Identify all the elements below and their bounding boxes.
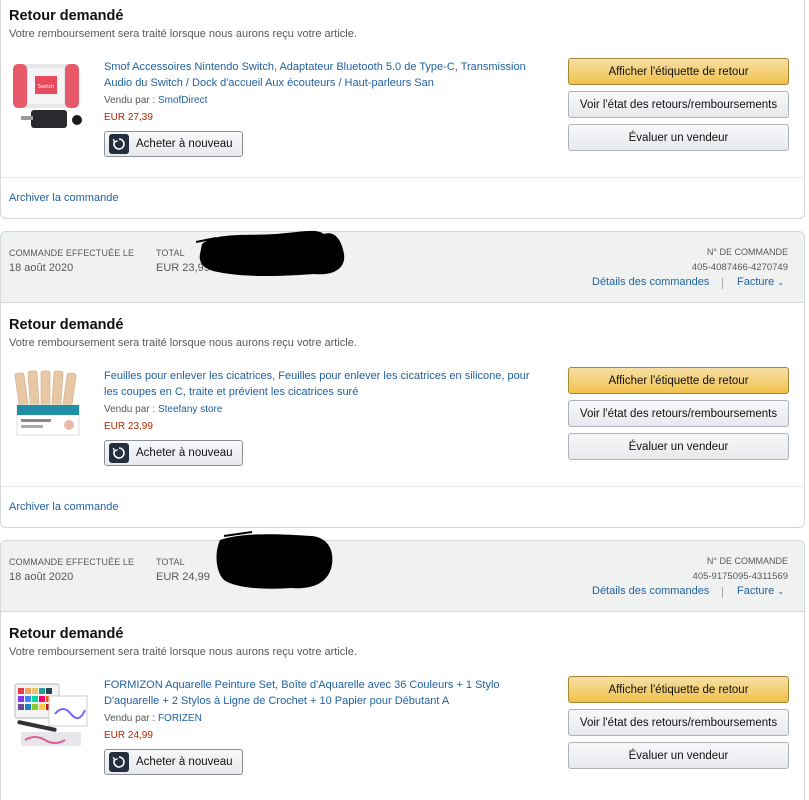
redaction-scribble (216, 531, 333, 589)
return-status-button[interactable]: Voir l'état des retours/remboursements (568, 91, 789, 118)
order-number: 405-9175095-4311569 (692, 571, 788, 582)
order-details-link[interactable]: Détails des commandes (592, 276, 709, 288)
return-status: Retour demandé (9, 626, 124, 642)
product-image-scar-sheets[interactable] (11, 365, 91, 445)
chevron-down-icon: ⌄ (777, 587, 785, 596)
order-date-label: COMMANDE EFFECTUÉE LE (9, 248, 135, 258)
product-title-link[interactable]: Smof Accessoires Nintendo Switch, Adapta… (104, 59, 534, 91)
header-separator (722, 587, 723, 598)
order-2-footer: Archiver la commande (0, 486, 805, 528)
buy-again-button[interactable]: Acheter à nouveau (104, 131, 243, 157)
return-status-button[interactable]: Voir l'état des retours/remboursements (568, 400, 789, 427)
order-total-label: TOTAL (156, 557, 185, 567)
refund-note: Votre remboursement sera traité lorsque … (9, 28, 357, 40)
buy-again-button[interactable]: Acheter à nouveau (104, 440, 243, 466)
sold-by-label: Vendu par : (104, 95, 156, 106)
invoice-dropdown[interactable]: Facture ⌄ (737, 585, 784, 597)
redaction-scribble (196, 230, 345, 276)
item-price: EUR 23,99 (104, 421, 153, 432)
rate-seller-button[interactable]: Évaluer un vendeur (568, 433, 789, 460)
buy-again-icon (109, 752, 129, 772)
order-total: EUR 24,99 (156, 571, 210, 583)
return-status: Retour demandé (9, 317, 124, 333)
order-number-label: N° DE COMMANDE (706, 556, 788, 566)
return-label-button[interactable]: Afficher l'étiquette de retour (568, 58, 789, 85)
invoice-label: Facture (737, 276, 775, 288)
seller-link[interactable]: Steefany store (158, 404, 222, 415)
order-details-link[interactable]: Détails des commandes (592, 585, 709, 597)
refund-note: Votre remboursement sera traité lorsque … (9, 646, 357, 658)
buy-again-label: Acheter à nouveau (136, 447, 233, 459)
order-total-label: TOTAL (156, 248, 185, 258)
seller-link[interactable]: SmofDirect (158, 95, 207, 106)
product-title-link[interactable]: Feuilles pour enlever les cicatrices, Fe… (104, 368, 534, 400)
item-price: EUR 24,99 (104, 730, 153, 741)
invoice-dropdown[interactable]: Facture ⌄ (737, 276, 784, 288)
buy-again-icon (109, 443, 129, 463)
order-1-shipment: Retour demandé Votre remboursement sera … (0, 0, 805, 177)
product-image-switch-adapter[interactable]: Switch (11, 56, 91, 136)
rate-seller-button[interactable]: Évaluer un vendeur (568, 124, 789, 151)
order-number: 405-4087466-4270749 (691, 262, 788, 273)
order-2-header: COMMANDE EFFECTUÉE LE 18 août 2020 TOTAL… (0, 231, 805, 303)
return-status-button[interactable]: Voir l'état des retours/remboursements (568, 709, 789, 736)
item-price: EUR 27,39 (104, 112, 153, 123)
order-1-footer: Archiver la commande (0, 177, 805, 219)
buy-again-label: Acheter à nouveau (136, 756, 233, 768)
archive-order-link[interactable]: Archiver la commande (9, 501, 118, 513)
return-label-button[interactable]: Afficher l'étiquette de retour (568, 367, 789, 394)
refund-note: Votre remboursement sera traité lorsque … (9, 337, 357, 349)
return-label-button[interactable]: Afficher l'étiquette de retour (568, 676, 789, 703)
invoice-label: Facture (737, 585, 775, 597)
rate-seller-button[interactable]: Évaluer un vendeur (568, 742, 789, 769)
order-number-label: N° DE COMMANDE (706, 247, 788, 257)
header-separator (722, 278, 723, 289)
sold-by-label: Vendu par : (104, 404, 156, 415)
order-date: 18 août 2020 (9, 262, 74, 274)
order-2-shipment: Retour demandé Votre remboursement sera … (0, 303, 805, 486)
product-image-watercolor-set[interactable] (11, 674, 91, 754)
buy-again-icon (109, 134, 129, 154)
seller-link[interactable]: FORIZEN (158, 713, 202, 724)
buy-again-button[interactable]: Acheter à nouveau (104, 749, 243, 775)
chevron-down-icon: ⌄ (777, 278, 785, 287)
svg-text:Switch: Switch (38, 84, 55, 90)
archive-order-link[interactable]: Archiver la commande (9, 192, 118, 204)
sold-by-label: Vendu par : (104, 713, 156, 724)
order-3-header: COMMANDE EFFECTUÉE LE 18 août 2020 TOTAL… (0, 540, 805, 612)
order-date-label: COMMANDE EFFECTUÉE LE (9, 557, 135, 567)
return-status: Retour demandé (9, 8, 124, 24)
buy-again-label: Acheter à nouveau (136, 138, 233, 150)
sold-by: Vendu par : Steefany store (104, 404, 222, 415)
order-3-shipment: Retour demandé Votre remboursement sera … (0, 612, 805, 800)
sold-by: Vendu par : SmofDirect (104, 95, 207, 106)
order-date: 18 août 2020 (9, 571, 74, 583)
sold-by: Vendu par : FORIZEN (104, 713, 202, 724)
product-title-link[interactable]: FORMIZON Aquarelle Peinture Set, Boîte d… (104, 677, 534, 709)
